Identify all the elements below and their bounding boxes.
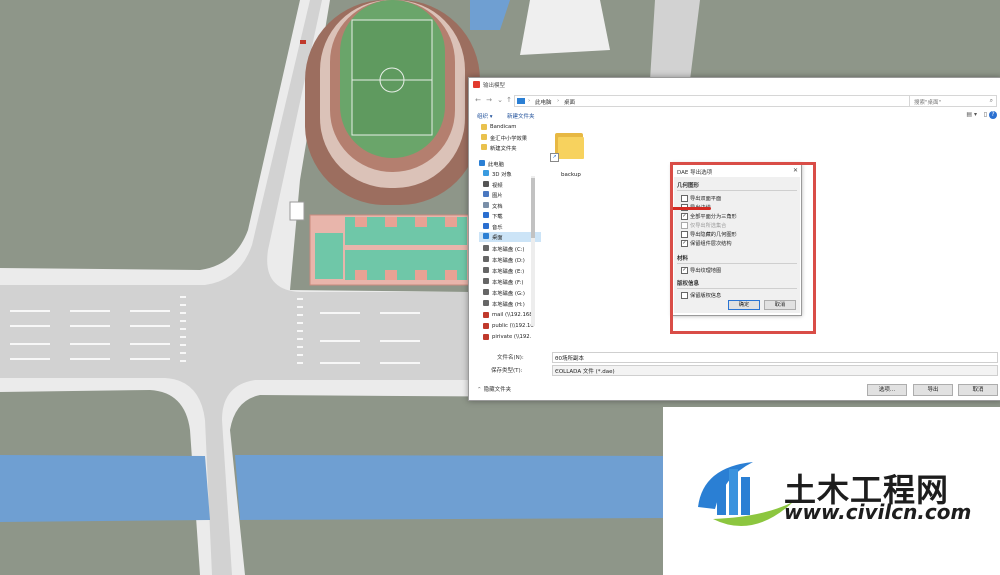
filename-input[interactable]: 00场所副本 ⌄ [552,352,998,363]
nav-item[interactable]: 金汇中小学效果 [479,133,541,143]
nav-item-label: 本地磁盘 (F:) [492,280,524,286]
nav-item[interactable]: pirivate (\\192. [479,333,541,343]
drive-icon [483,300,489,306]
command-toolbar: 组织 ▾ 新建文件夹 ▤ ▾ ▯ ? [469,109,1000,122]
search-placeholder: 搜索"桌面" [914,99,942,106]
help-icon[interactable]: ? [989,111,997,119]
nav-item-label: 3D 对象 [492,172,512,178]
folder-icon [481,144,487,150]
filetype-dropdown-icon[interactable]: ⌄ [555,367,995,373]
nav-item-label: 本地磁盘 (D:) [492,258,525,264]
nav-item[interactable]: Bandicam [479,123,541,133]
nav-item-label: 本地磁盘 (H:) [492,302,525,308]
export-button[interactable]: 导出 [913,384,953,396]
nav-item-label: 此电脑 [488,162,504,168]
nav-item-label: mail (\\192.168 [492,312,533,318]
folder-icon [481,124,487,130]
this-pc-icon [517,98,525,104]
address-bar[interactable]: › 此电脑 › 桌面 ⌄ ↻ [514,95,936,107]
watermark-url: www.civilcn.com [784,500,972,524]
nav-item-label: public (\\192.16 [492,323,534,329]
nav-item-label: 文档 [492,204,503,210]
filename-dropdown-icon[interactable]: ⌄ [555,354,995,360]
hide-folders-label: 隐藏文件夹 [483,387,512,393]
video-icon [483,181,489,187]
nav-item-label: 下载 [492,214,503,220]
watermark: 土木工程网 www.civilcn.com [663,407,1000,575]
folder-icon[interactable]: ↗ [550,131,585,162]
up-arrow-icon[interactable]: ↑ [504,95,514,105]
nav-item-label: 本地磁盘 (E:) [492,269,525,275]
network-drive-icon [483,312,489,318]
search-icon: ⌕ [989,97,993,104]
red-highlight-frame [670,162,816,334]
navigation-bar: ← → ⌄ ↑ › 此电脑 › 桌面 ⌄ ↻ 搜索"桌面" ⌕ [469,93,1000,107]
forward-arrow-icon[interactable]: → [484,95,494,105]
nav-item-label: 本地磁盘 (C:) [492,247,525,253]
nav-scroll-thumb[interactable] [531,178,535,238]
sketchup-app-icon [473,81,480,88]
nav-item-label: 图片 [492,193,503,199]
nav-item[interactable]: 新建文件夹 [479,143,541,153]
breadcrumb-this-pc[interactable]: 此电脑 [535,98,552,106]
network-drive-icon [483,323,489,329]
breadcrumb-sep-icon: › [557,97,560,104]
download-icon [483,212,489,218]
river [0,455,665,522]
drive-icon [483,267,489,273]
preview-pane-icon[interactable]: ▯ [984,111,987,118]
view-options-icon[interactable]: ▤ ▾ [966,111,977,118]
breadcrumb-desktop[interactable]: 桌面 [564,98,575,106]
drive-icon [483,256,489,262]
desktop-icon [483,233,489,239]
shortcut-arrow-icon: ↗ [550,153,559,162]
back-arrow-icon[interactable]: ← [473,95,483,105]
file-item-label[interactable]: backup [561,172,581,178]
save-fields: 文件名(N): 00场所副本 ⌄ 保存类型(T): COLLADA 文件 (*.… [469,350,1000,380]
filetype-select[interactable]: COLLADA 文件 (*.dae) ⌄ [552,365,998,376]
dialog-title: 输出模型 [483,83,506,89]
nav-scrollbar[interactable] [531,176,535,326]
organize-menu[interactable]: 组织 ▾ [477,112,493,120]
nav-item-label: Bandicam [490,124,517,130]
nav-item-label: 本地磁盘 (G:) [492,291,525,297]
hide-folders-toggle[interactable]: ⌃ 隐藏文件夹 [477,385,511,393]
cancel-button[interactable]: 取消 [958,384,998,396]
picture-icon [483,191,489,197]
nav-item-label: 金汇中小学效果 [490,136,528,142]
filename-label: 文件名(N): [497,355,524,361]
search-box[interactable]: 搜索"桌面" ⌕ [909,95,997,107]
pc-icon [479,160,485,166]
music-icon [483,223,489,229]
document-icon [483,202,489,208]
network-drive-icon [483,334,489,340]
nav-item-label: pirivate (\\192. [492,334,532,340]
drive-icon [483,245,489,251]
nav-item-label: 视频 [492,183,503,189]
drive-icon [483,278,489,284]
drive-icon [483,289,489,295]
basketball-courts [309,214,471,286]
caret-up-icon: ⌃ [477,387,482,393]
nav-item-label: 音乐 [492,225,503,231]
nav-item-label: 新建文件夹 [490,146,517,152]
folder-icon [481,134,487,140]
cube-icon [483,170,489,176]
dialog-titlebar[interactable]: 输出模型 [469,78,1000,92]
filetype-label: 保存类型(T): [491,368,523,374]
breadcrumb-sep-icon: › [528,97,531,104]
running-track [305,0,480,205]
new-folder-button[interactable]: 新建文件夹 [507,112,535,120]
options-button[interactable]: 选项... [867,384,907,396]
nav-item-label: 桌面 [492,235,503,241]
nav-item[interactable]: 此电脑 [479,159,541,169]
